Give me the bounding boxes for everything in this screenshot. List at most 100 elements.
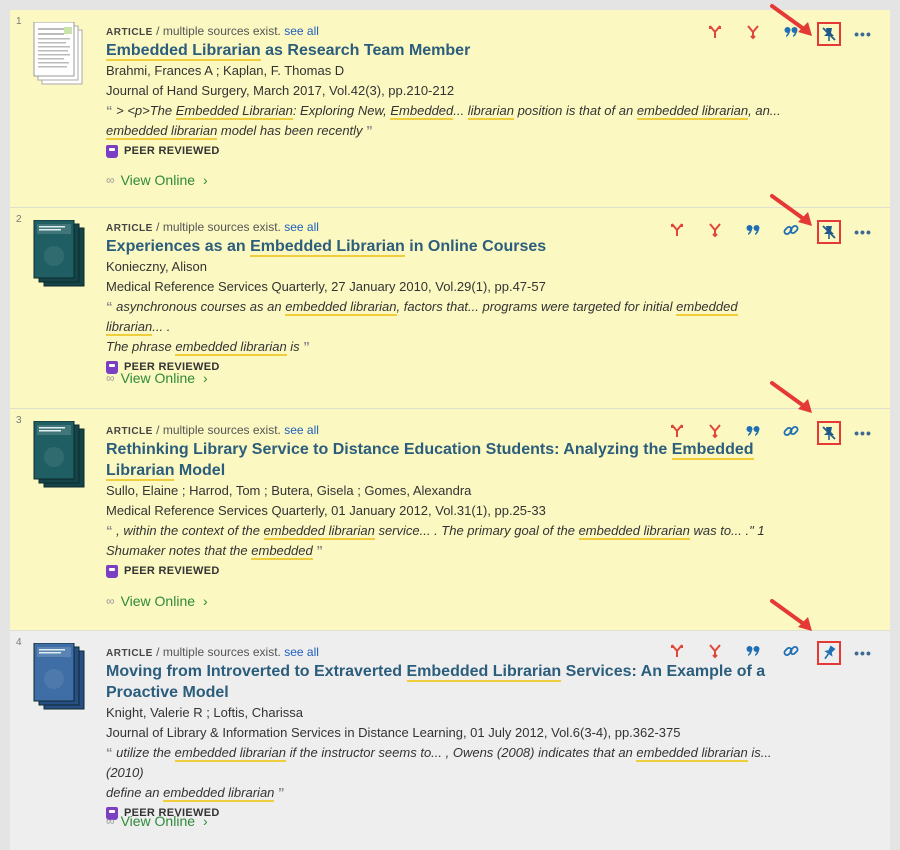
snippet-text: ... [453, 103, 468, 118]
view-online-link[interactable]: ∞ View Online › [106, 813, 208, 829]
link-icon: ∞ [106, 814, 115, 828]
close-quote-icon: ” [362, 123, 373, 138]
peer-reviewed-label: PEER REVIEWED [124, 145, 220, 157]
source-citation: Journal of Hand Surgery, March 2017, Vol… [106, 83, 455, 98]
action-toolbar: ••• [658, 641, 878, 665]
result-item: 4 Article / multiple sources exist. see a… [10, 599, 890, 850]
snippet-line: “ > <p>The Embedded Librarian: Exploring… [106, 101, 790, 121]
cite-sources-icon[interactable] [658, 222, 696, 242]
peer-reviewed-label: PEER REVIEWED [124, 565, 220, 577]
resource-type: Article [106, 223, 153, 234]
see-all-link[interactable]: see all [284, 220, 319, 234]
unpin-button[interactable] [817, 220, 841, 244]
snippet-text: is [286, 339, 300, 354]
citation-icon[interactable] [772, 24, 810, 44]
citation-icon[interactable] [734, 643, 772, 663]
cited-by-icon[interactable] [696, 643, 734, 663]
snippet-line: “ utilize the embedded librarian if the … [106, 743, 790, 783]
cite-sources-icon[interactable] [658, 423, 696, 443]
thumbnail[interactable] [28, 642, 92, 715]
snippet-line: “ , within the context of the embedded l… [106, 521, 790, 541]
snippet-text: utilize the [112, 745, 175, 760]
close-quote-icon: ” [312, 543, 323, 558]
source-citation: Medical Reference Services Quarterly, 01… [106, 503, 546, 518]
chevron-right-icon: › [203, 813, 208, 829]
result-title-link[interactable]: Rethinking Library Service to Distance E… [106, 439, 790, 481]
resource-type: Article [106, 648, 153, 659]
pin-icon [821, 645, 837, 661]
type-line: Article / multiple sources exist. see al… [106, 24, 790, 38]
cite-sources-icon[interactable] [696, 24, 734, 44]
source-citation: Journal of Library & Information Service… [106, 725, 681, 740]
unpin-button[interactable] [817, 22, 841, 46]
permalink-icon[interactable] [772, 422, 810, 444]
highlighted-term: Embedded Librarian [175, 103, 293, 120]
highlighted-term: embedded librarian [578, 523, 690, 540]
cited-by-icon[interactable] [734, 24, 772, 44]
close-quote-icon: ” [299, 339, 310, 354]
more-icon[interactable]: ••• [848, 26, 878, 42]
action-toolbar: ••• [696, 22, 878, 46]
cite-sources-icon[interactable] [658, 643, 696, 663]
snippet-text: , within the context of the [112, 523, 264, 538]
link-icon: ∞ [106, 371, 115, 385]
highlighted-term: embedded [251, 543, 313, 560]
result-title-link[interactable]: Moving from Introverted to Extraverted E… [106, 661, 790, 703]
result-number: 1 [16, 16, 22, 27]
peer-reviewed-icon [106, 564, 118, 578]
snippet-text: , factors that... programs were targeted… [396, 299, 677, 314]
highlighted-term: Embedded Librarian [106, 42, 261, 61]
citation-icon[interactable] [734, 222, 772, 242]
see-all-link[interactable]: see all [284, 24, 319, 38]
see-all-link[interactable]: see all [284, 645, 319, 659]
pin-icon [821, 425, 837, 441]
citation-icon[interactable] [734, 423, 772, 443]
permalink-icon[interactable] [772, 642, 810, 664]
result-item: 1 Article / multiple sources exist. see a… [10, 4, 890, 208]
highlighted-term: embedded librarian [174, 745, 286, 762]
view-online-link[interactable]: ∞ View Online › [106, 370, 208, 386]
thumbnail[interactable] [28, 219, 92, 292]
sources-text: / multiple sources exist. [152, 645, 281, 659]
snippet: “ asynchronous courses as an embedded li… [106, 297, 790, 357]
chevron-right-icon: › [203, 172, 208, 188]
highlighted-term: embedded librarian [163, 785, 275, 802]
more-icon[interactable]: ••• [848, 645, 878, 661]
snippet: “ > <p>The Embedded Librarian: Exploring… [106, 101, 790, 141]
view-online-label: View Online [120, 813, 196, 829]
snippet-text: Shumaker notes that the [106, 543, 252, 558]
snippet-text: define an [106, 785, 164, 800]
highlighted-term: embedded librarian [106, 123, 218, 140]
authors: Knight, Valerie R ; Loftis, Charissa [106, 705, 304, 720]
chevron-right-icon: › [203, 370, 208, 386]
source-citation: Medical Reference Services Quarterly, 27… [106, 279, 546, 294]
result-title-link[interactable]: Embedded Librarian as Research Team Memb… [106, 40, 790, 61]
snippet-text: > <p>The [112, 103, 176, 118]
title-text: in Online Courses [404, 238, 547, 255]
highlighted-term: Embedded Librarian [406, 663, 562, 682]
thumbnail[interactable] [28, 21, 92, 94]
snippet-text: position is that of an [513, 103, 637, 118]
unpin-button[interactable] [817, 421, 841, 445]
action-toolbar: ••• [658, 220, 878, 244]
pin-button[interactable] [817, 641, 841, 665]
view-online-label: View Online [120, 172, 196, 188]
title-text: Moving from Introverted to Extraverted [106, 663, 407, 680]
thumbnail[interactable] [28, 420, 92, 493]
view-online-link[interactable]: ∞ View Online › [106, 593, 208, 609]
snippet-text: was to... ." 1 [689, 523, 765, 538]
more-icon[interactable]: ••• [848, 224, 878, 240]
snippet-text: if the instructor seems to... , Owens (2… [285, 745, 637, 760]
permalink-icon[interactable] [772, 221, 810, 243]
view-online-link[interactable]: ∞ View Online › [106, 172, 208, 188]
see-all-link[interactable]: see all [284, 423, 319, 437]
cited-by-icon[interactable] [696, 423, 734, 443]
cited-by-icon[interactable] [696, 222, 734, 242]
highlighted-term: embedded librarian [175, 339, 287, 356]
authors: Sullo, Elaine ; Harrod, Tom ; Butera, Gi… [106, 483, 472, 498]
highlighted-term: embedded librarian [636, 745, 748, 762]
result-item: 3 Article / multiple sources exist. see a… [10, 381, 890, 631]
highlighted-term: embedded librarian [263, 523, 375, 540]
highlighted-term: Embedded Librarian [250, 238, 405, 257]
more-icon[interactable]: ••• [848, 425, 878, 441]
